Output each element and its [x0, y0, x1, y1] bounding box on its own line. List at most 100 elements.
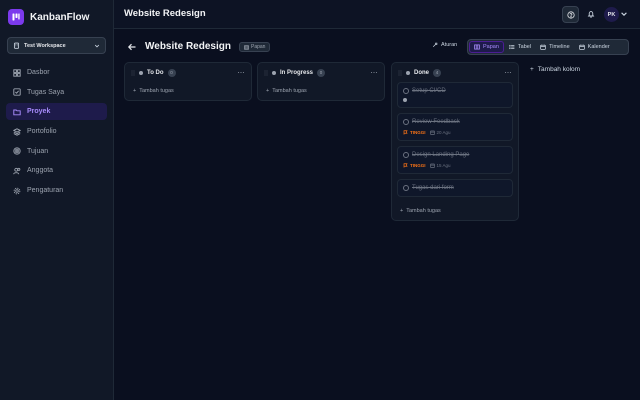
- bell-icon: [587, 11, 595, 18]
- task-title: Tugas dari form: [412, 185, 454, 191]
- tab-board[interactable]: Papan: [469, 41, 504, 53]
- add-task-button[interactable]: + Tambah tugas: [125, 82, 251, 100]
- brand-name: KanbanFlow: [30, 11, 90, 23]
- task-title: Design Landing Page: [412, 152, 470, 158]
- check-circle-icon[interactable]: [403, 88, 409, 94]
- column-done: Done 4 ⋯ Setup CI/CD Review Feedback TIN…: [391, 62, 519, 221]
- rules-button[interactable]: Aturan: [432, 42, 457, 48]
- sidebar-item-label: Dasbor: [27, 69, 50, 76]
- due-date: 15 Agu: [429, 163, 451, 168]
- plus-icon: +: [133, 88, 137, 94]
- task-card[interactable]: Tugas dari form: [397, 179, 513, 197]
- due-date-label: 20 Agu: [436, 130, 451, 135]
- sidebar-item-label: Anggota: [27, 167, 54, 175]
- board-title: Website Redesign: [145, 41, 231, 52]
- tab-calendar[interactable]: Kalender: [575, 41, 614, 53]
- priority-badge: TINGGI: [403, 163, 426, 168]
- column-header: In Progress 0 ⋯: [258, 63, 384, 82]
- calendar-icon: [429, 163, 435, 168]
- workspace-label: Test Workspace: [24, 42, 66, 49]
- plus-icon: +: [530, 66, 534, 73]
- column-title: To Do: [147, 69, 164, 76]
- chevron-down-icon: [94, 44, 100, 47]
- drag-handle-icon[interactable]: [131, 70, 135, 76]
- sidebar-item-portfolio[interactable]: Portofolio: [6, 123, 107, 140]
- sidebar-item-label: Pengaturan: [27, 187, 64, 195]
- add-column-button[interactable]: + Tambah kolom: [530, 66, 580, 73]
- view-badge-label: Papan: [251, 44, 266, 50]
- calendar-icon: [578, 44, 585, 50]
- sidebar-item-label: Tugas Saya: [27, 88, 65, 96]
- task-title: Setup CI/CD: [412, 88, 446, 94]
- sidebar-nav: Dasbor Tugas Saya Proyek Portofolio Tuju…: [6, 64, 107, 202]
- gear-icon: [12, 186, 21, 195]
- add-task-button[interactable]: + Tambah tugas: [392, 202, 518, 220]
- task-card[interactable]: Review Feedback TINGGI 20 Agu: [397, 113, 513, 141]
- add-task-label: Tambah tugas: [139, 88, 174, 94]
- sidebar-item-goals[interactable]: Tujuan: [6, 143, 107, 160]
- calendar-icon: [429, 130, 435, 135]
- plus-icon: +: [266, 88, 270, 94]
- flag-icon: [403, 130, 408, 135]
- tab-timeline[interactable]: Timeline: [536, 41, 574, 53]
- building-icon: [13, 42, 20, 49]
- folder-icon: [12, 107, 21, 116]
- board-icon: [474, 44, 480, 50]
- check-circle-icon[interactable]: [403, 152, 409, 158]
- flag-icon: [403, 163, 408, 168]
- priority-label: TINGGI: [410, 130, 426, 135]
- sidebar-item-members[interactable]: Anggota: [6, 162, 107, 179]
- more-icon[interactable]: ⋯: [505, 69, 513, 77]
- dashboard-icon: [12, 68, 21, 77]
- column-status-dot: [139, 70, 143, 75]
- sidebar-item-label: Proyek: [27, 108, 51, 116]
- list-icon: [509, 44, 515, 50]
- add-column-label: Tambah kolom: [537, 66, 581, 73]
- tab-label: Tabel: [517, 44, 532, 50]
- users-icon: [12, 166, 21, 175]
- task-card[interactable]: Setup CI/CD: [397, 82, 513, 108]
- brand[interactable]: KanbanFlow: [8, 9, 89, 25]
- more-icon[interactable]: ⋯: [371, 69, 379, 77]
- drag-handle-icon[interactable]: [264, 70, 268, 76]
- page-title: Website Redesign: [124, 8, 206, 19]
- add-task-button[interactable]: + Tambah tugas: [258, 82, 384, 100]
- notifications-button[interactable]: [584, 7, 598, 21]
- column-title: Done: [414, 69, 429, 76]
- priority-badge: TINGGI: [403, 130, 426, 135]
- sidebar-item-dashboard[interactable]: Dasbor: [6, 64, 107, 81]
- column-count: 0: [167, 68, 176, 77]
- rules-icon: [432, 42, 438, 48]
- sidebar-item-settings[interactable]: Pengaturan: [6, 182, 107, 199]
- tab-label: Papan: [483, 44, 499, 50]
- drag-handle-icon[interactable]: [398, 70, 402, 76]
- due-date-label: 15 Agu: [436, 163, 451, 168]
- column-status-dot: [272, 70, 276, 75]
- workspace-selector[interactable]: Test Workspace: [7, 37, 106, 54]
- help-button[interactable]: [562, 6, 579, 23]
- check-circle-icon[interactable]: [403, 119, 409, 125]
- task-title: Review Feedback: [412, 119, 460, 125]
- sidebar-item-projects[interactable]: Proyek: [6, 103, 107, 121]
- chevron-down-icon[interactable]: [620, 10, 628, 18]
- tab-label: Kalender: [587, 44, 610, 50]
- column-status-dot: [406, 70, 410, 75]
- board-icon: [244, 44, 249, 50]
- priority-label: TINGGI: [410, 163, 426, 168]
- more-icon[interactable]: ⋯: [238, 69, 246, 77]
- check-circle-icon[interactable]: [403, 185, 409, 191]
- sidebar-item-my-tasks[interactable]: Tugas Saya: [6, 84, 107, 101]
- rules-label: Aturan: [441, 42, 458, 48]
- column-title: In Progress: [280, 69, 314, 76]
- tab-table[interactable]: Tabel: [505, 41, 535, 53]
- back-arrow-icon[interactable]: [127, 42, 137, 52]
- sidebar-item-label: Portofolio: [27, 128, 57, 136]
- sidebar-item-label: Tujuan: [27, 147, 49, 155]
- task-card[interactable]: Design Landing Page TINGGI 15 Agu: [397, 146, 513, 174]
- avatar[interactable]: PK: [604, 7, 619, 22]
- add-task-label: Tambah tugas: [406, 208, 441, 214]
- tag-dot: [403, 98, 407, 102]
- plus-icon: +: [400, 208, 404, 214]
- layers-icon: [12, 127, 21, 136]
- sidebar: KanbanFlow Test Workspace Dasbor Tugas S…: [0, 0, 114, 400]
